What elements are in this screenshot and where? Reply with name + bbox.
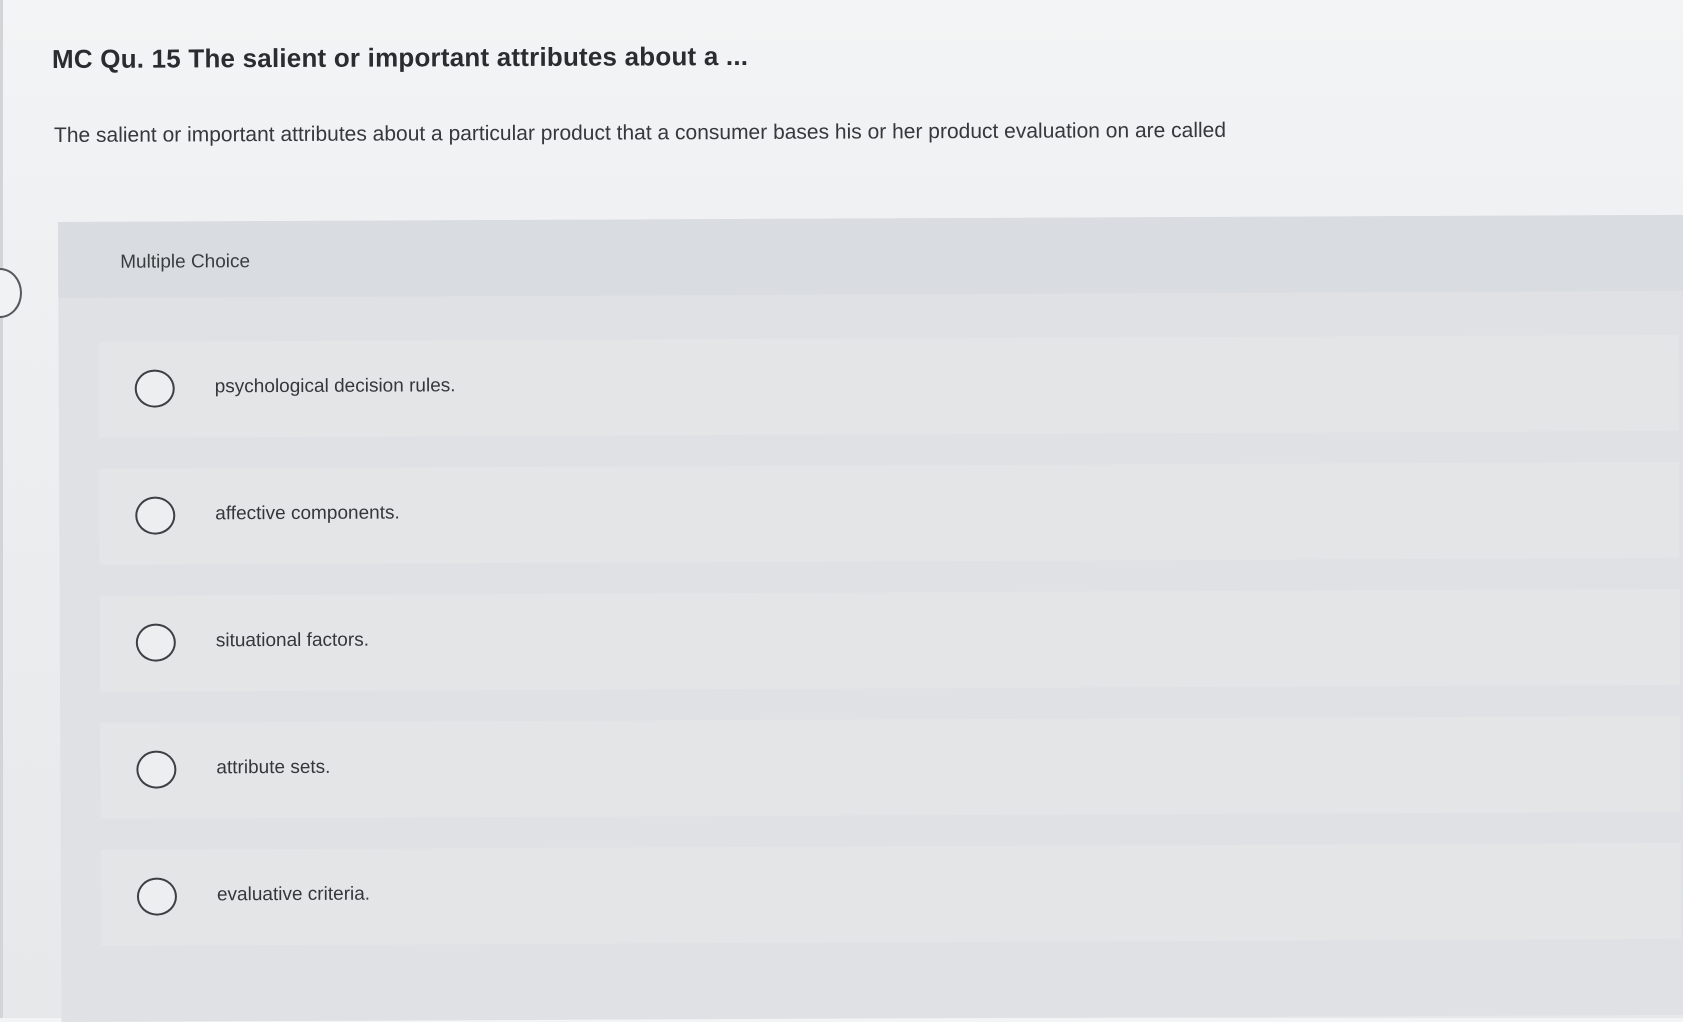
multiple-choice-label: Multiple Choice bbox=[120, 251, 251, 273]
option-label: affective components. bbox=[215, 502, 400, 525]
option-label: attribute sets. bbox=[216, 756, 331, 779]
option-label: psychological decision rules. bbox=[214, 375, 456, 398]
question-title: MC Qu. 15 The salient or important attri… bbox=[51, 40, 749, 74]
option-label: situational factors. bbox=[215, 629, 370, 652]
radio-unchecked-icon[interactable] bbox=[136, 877, 178, 916]
side-tab-handle-icon[interactable] bbox=[0, 268, 22, 318]
radio-unchecked-icon[interactable] bbox=[134, 369, 175, 408]
multiple-choice-header: Multiple Choice bbox=[58, 214, 1683, 298]
option-situational-factors[interactable]: situational factors. bbox=[99, 588, 1681, 692]
option-label: evaluative criteria. bbox=[216, 883, 371, 906]
options-list: psychological decision rules. affective … bbox=[98, 334, 1682, 977]
radio-unchecked-icon[interactable] bbox=[135, 496, 176, 535]
left-rail bbox=[0, 0, 3, 1018]
option-psychological-decision-rules[interactable]: psychological decision rules. bbox=[98, 334, 1679, 438]
option-affective-components[interactable]: affective components. bbox=[99, 461, 1680, 565]
option-evaluative-criteria[interactable]: evaluative criteria. bbox=[100, 842, 1682, 946]
option-attribute-sets[interactable]: attribute sets. bbox=[100, 715, 1681, 819]
radio-unchecked-icon[interactable] bbox=[136, 750, 177, 789]
question-text: The salient or important attributes abou… bbox=[53, 118, 1227, 147]
radio-unchecked-icon[interactable] bbox=[135, 623, 176, 662]
multiple-choice-panel: Multiple Choice psychological decision r… bbox=[58, 214, 1683, 1022]
